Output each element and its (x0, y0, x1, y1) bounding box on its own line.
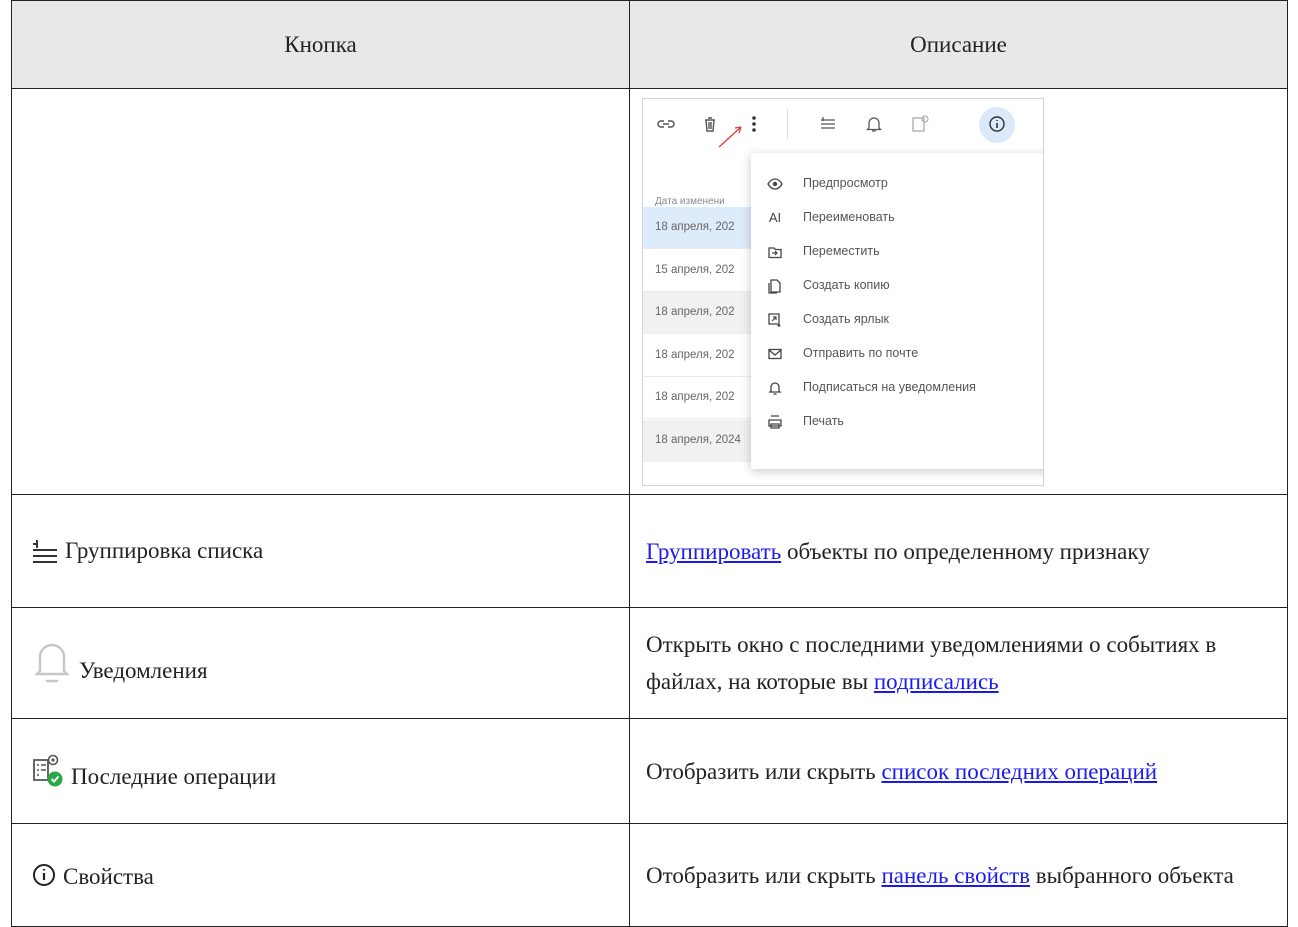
button-line: Уведомления (31, 641, 629, 685)
menu-item: Отправить по почте (751, 337, 1043, 371)
menu-item-label: Создать ярлык (803, 312, 890, 326)
copy-icon (765, 276, 785, 296)
more-menu-screenshot: Дата изменени 18 апреля, 202 15 апреля, 2… (642, 97, 1044, 486)
menu-item: Печать (751, 405, 1043, 439)
info-icon (33, 864, 55, 886)
bell-icon (865, 116, 883, 132)
button-cell: Свойства (11, 823, 630, 927)
properties-panel-link[interactable]: панель свойств (881, 863, 1030, 888)
button-label: Группировка списка (65, 538, 264, 563)
screenshot-cell: Дата изменени 18 апреля, 202 15 апреля, 2… (629, 88, 1288, 495)
description-cell: Отобразить или скрыть панель свойств выб… (629, 823, 1288, 927)
menu-item-label: Предпросмотр (803, 176, 888, 190)
menu-item-label: Подписаться на уведомления (803, 380, 976, 394)
button-cell: Уведомления (11, 607, 630, 719)
table-row: Дата изменени 18 апреля, 202 15 апреля, 2… (11, 88, 1288, 495)
description-text-2: выбранного объекта (1030, 862, 1234, 888)
menu-item: Переместить (751, 235, 1043, 269)
menu-item: Создать копию (751, 269, 1043, 303)
bell-icon (33, 643, 71, 683)
menu-item: AI Переименовать (751, 201, 1043, 235)
table-row: Группировка списка Группировать объекты … (11, 494, 1288, 608)
print-icon (765, 412, 785, 432)
description-cell: Открыть окно с последними уведомлениями … (629, 607, 1288, 719)
context-menu: Предпросмотр AI Переименовать Переместить Со… (751, 152, 1043, 469)
description-cell: Отобразить или скрыть список последних о… (629, 718, 1288, 824)
bell-icon (765, 378, 785, 398)
menu-item-label: Отправить по почте (803, 346, 919, 360)
button-line: Группировка списка (31, 538, 629, 564)
description-text: Отобразить или скрыть (646, 862, 882, 888)
group-list-icon (33, 540, 57, 563)
description-text: объекты по определенному признаку (781, 538, 1150, 564)
recent-operations-icon (33, 754, 63, 787)
table-row: Последние операции Отобразить или скрыть… (11, 718, 1288, 824)
button-label: Свойства (63, 864, 154, 889)
menu-item: Предпросмотр (751, 167, 1043, 201)
recent-operations-icon (912, 114, 929, 132)
button-line: Последние операции (31, 754, 629, 789)
group-list-icon (821, 116, 835, 129)
toolbar (643, 99, 1043, 147)
menu-item-label: Переименовать (803, 210, 895, 224)
info-icon (989, 115, 1005, 132)
button-label: Последние операции (71, 764, 277, 789)
button-cell: Группировка списка (11, 494, 630, 608)
empty-cell (11, 88, 630, 495)
button-line: Свойства (31, 862, 629, 889)
table-row: Свойства Отобразить или скрыть панель св… (11, 823, 1288, 927)
menu-item-label: Печать (803, 414, 844, 428)
group-link[interactable]: Группировать (646, 539, 781, 564)
header-description: Описание (629, 0, 1288, 89)
table-row: Уведомления Открыть окно с последними ув… (11, 607, 1288, 719)
table-header-row: Кнопка Описание (11, 0, 1288, 89)
eye-icon (765, 174, 785, 194)
description-text: Отобразить или скрыть (646, 758, 882, 784)
buttons-table: Кнопка Описание Дата изменени 18 апреля,… (11, 0, 1288, 927)
menu-item-label: Создать копию (803, 278, 890, 292)
red-arrow (718, 125, 742, 147)
link-icon (657, 119, 675, 128)
shortcut-icon (765, 310, 785, 330)
description-cell: Группировать объекты по определенному пр… (629, 494, 1288, 608)
menu-item-label: Переместить (803, 244, 880, 258)
rename-icon: AI (768, 210, 782, 225)
header-button: Кнопка (11, 0, 630, 89)
toolbar-separator (787, 108, 788, 139)
subscribed-link[interactable]: подписались (874, 669, 999, 694)
menu-item: Подписаться на уведомления (751, 371, 1043, 405)
mail-icon (765, 344, 785, 364)
button-cell: Последние операции (11, 718, 630, 824)
move-icon (765, 242, 785, 262)
recent-operations-link[interactable]: список последних операций (881, 759, 1157, 784)
button-label: Уведомления (79, 658, 208, 683)
menu-item: Создать ярлык (751, 303, 1043, 337)
